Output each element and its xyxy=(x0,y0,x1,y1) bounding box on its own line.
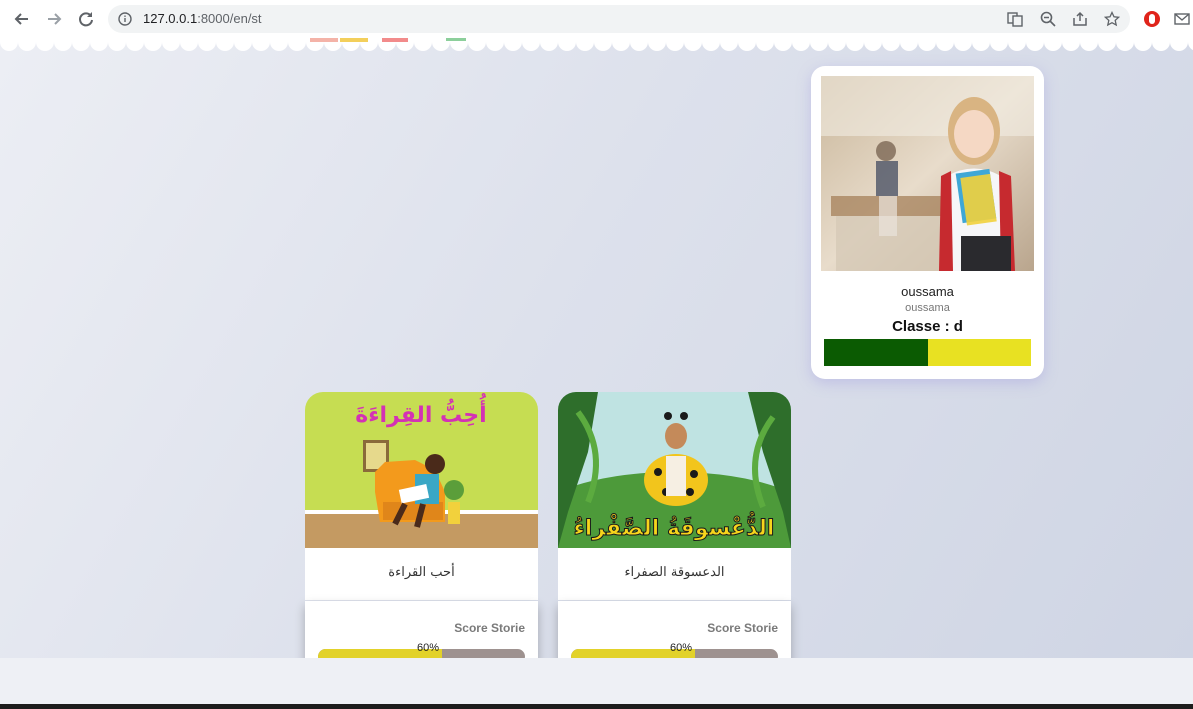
back-icon[interactable] xyxy=(12,9,32,29)
story-card[interactable]: الدُّعْسوقَةُ الصَّفْراءُ الدعسوقة الصفر… xyxy=(558,392,791,690)
reload-icon[interactable] xyxy=(76,9,96,29)
forward-icon[interactable] xyxy=(44,9,64,29)
page-footer-strip xyxy=(0,658,1193,704)
student-profile-card: oussama oussama Classe : d xyxy=(811,66,1044,379)
story-title: الدعسوقة الصفراء xyxy=(624,565,725,580)
url-text: 127.0.0.1:8000/en/st xyxy=(143,11,262,26)
student-username: oussama xyxy=(905,302,950,314)
story-cover-image[interactable]: أُحِبُّ القِراءَةَ xyxy=(305,392,538,548)
score-percent: 60% xyxy=(670,642,693,654)
student-photo xyxy=(821,76,1034,271)
story-title: أحب القراءة xyxy=(388,565,455,580)
mail-icon[interactable] xyxy=(1172,9,1192,29)
story-card-body: أحب القراءة xyxy=(305,548,538,600)
share-icon[interactable] xyxy=(1071,10,1089,28)
extension-icon[interactable] xyxy=(1142,9,1162,29)
scalloped-header-edge xyxy=(0,38,1193,51)
student-name: oussama xyxy=(901,284,954,299)
story-cover-text: الدُّعْسوقَةُ الصَّفْراءُ xyxy=(574,511,775,541)
zoom-icon[interactable] xyxy=(1039,10,1057,28)
taskbar-edge xyxy=(0,704,1193,709)
translate-icon[interactable] xyxy=(1006,10,1024,28)
student-progress-bar xyxy=(824,339,1031,366)
score-label: Score Storie xyxy=(707,621,778,635)
info-icon[interactable] xyxy=(116,10,134,28)
story-cover-image[interactable]: الدُّعْسوقَةُ الصَّفْراءُ xyxy=(558,392,791,548)
story-card[interactable]: أُحِبُّ القِراءَةَ أحب القراءة Score Sto… xyxy=(305,392,538,690)
browser-toolbar: 127.0.0.1:8000/en/st xyxy=(0,0,1193,38)
student-class: Classe : d xyxy=(892,318,963,335)
story-card-body: الدعسوقة الصفراء xyxy=(558,548,791,600)
address-bar[interactable]: 127.0.0.1:8000/en/st xyxy=(108,5,1130,33)
star-icon[interactable] xyxy=(1103,10,1121,28)
score-percent: 60% xyxy=(417,642,440,654)
student-progress-fill xyxy=(824,339,928,366)
score-label: Score Storie xyxy=(454,621,525,635)
